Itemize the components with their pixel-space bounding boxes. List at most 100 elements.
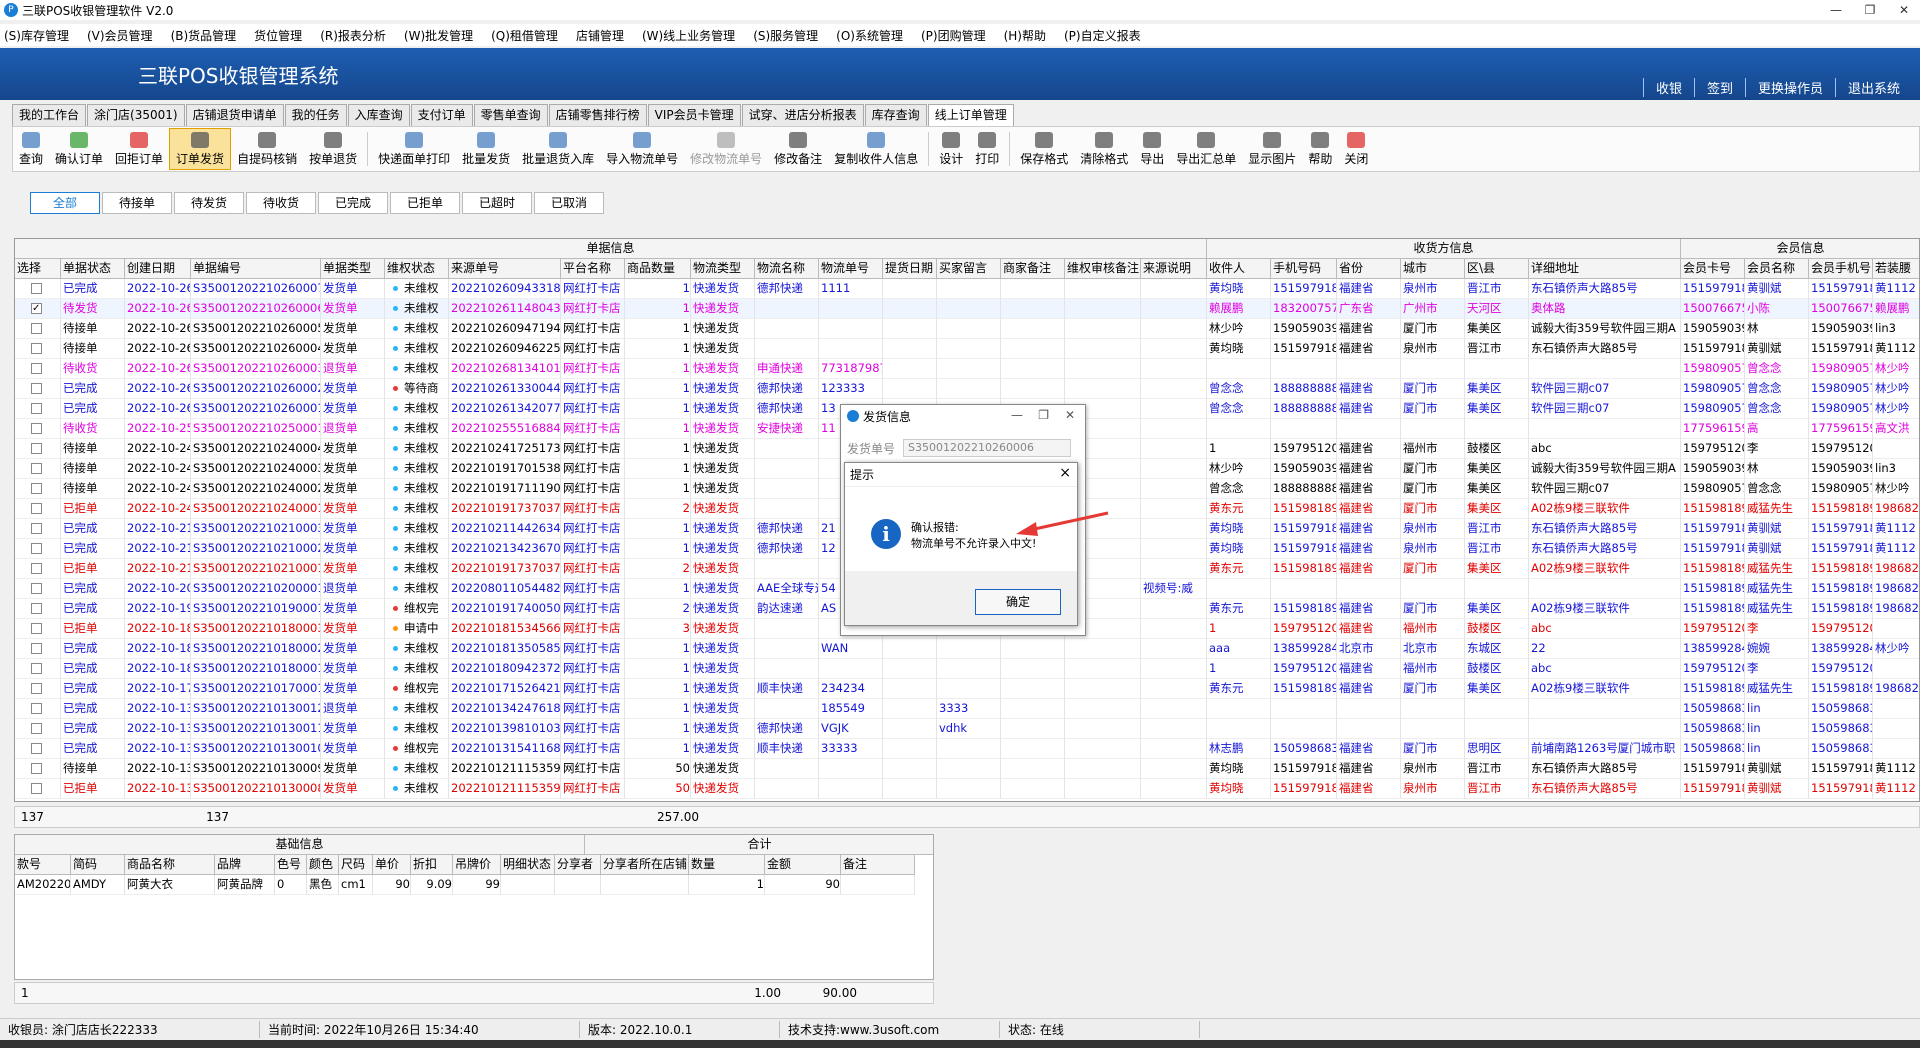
menu-item[interactable]: (V)会员管理 [87, 27, 153, 44]
menu-item[interactable]: (W)线上业务管理 [642, 27, 735, 44]
toolbar-button[interactable]: 帮助 [1302, 128, 1338, 170]
row-checkbox[interactable] [31, 743, 42, 754]
table-row[interactable]: 已完成 2022-10-13 S35001202210130012 退货单 未维权 202… [15, 699, 1919, 719]
ship-minimize-icon[interactable]: — [1011, 408, 1023, 422]
detail-column-cell[interactable]: 金额 [765, 855, 841, 875]
detail-column-cell[interactable]: 品牌 [215, 855, 275, 875]
row-checkbox[interactable]: ✓ [31, 303, 42, 314]
grid-column-cell[interactable]: 平台名称 [561, 259, 625, 279]
menu-item[interactable]: (B)货品管理 [171, 27, 237, 44]
tab-item[interactable]: 支付订单 [410, 104, 473, 126]
menu-item[interactable]: (S)库存管理 [4, 27, 69, 44]
toolbar-button[interactable]: 订单发货 [169, 128, 232, 170]
row-checkbox[interactable] [31, 603, 42, 614]
table-row[interactable]: 待接单 2022-10-26 S35001202210260004 发货单 未维权 202… [15, 339, 1919, 359]
tab-item[interactable]: 试穿、进店分析报表 [741, 104, 864, 126]
table-row[interactable]: 已完成 2022-10-17 S35001202210170001 发货单 维权完 202… [15, 679, 1919, 699]
row-checkbox[interactable] [31, 763, 42, 774]
detail-column-cell[interactable]: 备注 [841, 855, 915, 875]
restore-icon[interactable]: ❐ [1856, 0, 1884, 20]
menu-item[interactable]: (O)系统管理 [836, 27, 903, 44]
grid-column-cell[interactable]: 提货日期 [883, 259, 937, 279]
row-checkbox[interactable] [31, 563, 42, 574]
grid-column-cell[interactable]: 区\县 [1465, 259, 1529, 279]
row-checkbox[interactable] [31, 503, 42, 514]
menu-item[interactable]: (P)团购管理 [921, 27, 986, 44]
grid-column-cell[interactable]: 详细地址 [1529, 259, 1681, 279]
row-checkbox[interactable] [31, 623, 42, 634]
row-checkbox[interactable] [31, 523, 42, 534]
tab-item[interactable]: 店铺零售排行榜 [548, 104, 647, 126]
table-row[interactable]: 待接单 2022-10-26 S35001202210260005 发货单 未维权 202… [15, 319, 1919, 339]
toolbar-button[interactable]: 自提码核销 [231, 128, 303, 170]
grid-column-cell[interactable]: 维权审核备注 [1065, 259, 1141, 279]
toolbar-button[interactable]: 修改备注 [768, 128, 828, 170]
menu-item[interactable]: (H)帮助 [1004, 27, 1046, 44]
ok-button[interactable]: 确定 [975, 589, 1061, 615]
row-checkbox[interactable] [31, 783, 42, 794]
menu-item[interactable]: 货位管理 [254, 27, 302, 44]
minimize-icon[interactable]: — [1822, 0, 1850, 20]
row-checkbox[interactable] [31, 403, 42, 414]
grid-column-cell[interactable]: 若装腰 [1873, 259, 1919, 279]
toolbar-button[interactable]: 保存格式 [1014, 128, 1074, 170]
toolbar-button[interactable]: 批量退货入库 [516, 128, 600, 170]
filter-button[interactable]: 已完成 [318, 192, 388, 214]
row-checkbox[interactable] [31, 543, 42, 554]
grid-column-cell[interactable]: 选择 [15, 259, 61, 279]
row-checkbox[interactable] [31, 663, 42, 674]
detail-row[interactable]: AM202204CAMDY阿黄大衣阿黄品牌0黑色cm1909.0999190 [15, 875, 933, 895]
table-row[interactable]: 已拒单 2022-10-13 S35001202210130008 发货单 未维权 202… [15, 779, 1919, 799]
detail-column-cell[interactable]: 明细状态 [501, 855, 555, 875]
detail-column-cell[interactable]: 数量 [689, 855, 765, 875]
toolbar-button[interactable]: 清除格式 [1074, 128, 1134, 170]
banner-link[interactable]: 退出系统 [1834, 78, 1912, 97]
tab-item[interactable]: 涂门店(35001) [87, 104, 185, 126]
tab-item[interactable]: 我的任务 [284, 104, 347, 126]
table-row[interactable]: 已完成 2022-10-13 S35001202210130010 发货单 维权完 202… [15, 739, 1919, 759]
table-row[interactable]: 已完成 2022-10-18 S35001202210180002 发货单 未维权 202… [15, 639, 1919, 659]
menu-item[interactable]: (Q)租借管理 [491, 27, 558, 44]
filter-button[interactable]: 已拒单 [390, 192, 460, 214]
toolbar-button[interactable]: 批量发货 [456, 128, 516, 170]
toolbar-button[interactable]: 快递面单打印 [372, 128, 456, 170]
table-row[interactable]: 已完成 2022-10-26 S35001202210260002 发货单 等待商 202… [15, 379, 1919, 399]
toolbar-button[interactable]: 确认订单 [49, 128, 109, 170]
banner-link[interactable]: 签到 [1693, 78, 1745, 97]
table-row[interactable]: 待接单 2022-10-13 S35001202210130009 发货单 未维权 202… [15, 759, 1919, 779]
tab-item[interactable]: VIP会员卡管理 [647, 104, 741, 126]
menu-item[interactable]: 店铺管理 [576, 27, 624, 44]
grid-column-cell[interactable]: 手机号码 [1271, 259, 1337, 279]
grid-column-cell[interactable]: 来源说明 [1141, 259, 1207, 279]
tab-item[interactable]: 我的工作台 [12, 104, 87, 126]
grid-column-cell[interactable]: 会员手机号 [1809, 259, 1873, 279]
grid-column-cell[interactable]: 物流单号 [819, 259, 883, 279]
detail-column-cell[interactable]: 简码 [71, 855, 125, 875]
row-checkbox[interactable] [31, 363, 42, 374]
ship-order-input[interactable]: S35001202210260006 [903, 439, 1072, 457]
menu-item[interactable]: (R)报表分析 [320, 27, 386, 44]
alert-close-icon[interactable]: × [1059, 465, 1071, 481]
row-checkbox[interactable] [31, 463, 42, 474]
close-window-icon[interactable]: ✕ [1890, 0, 1918, 20]
detail-column-cell[interactable]: 商品名称 [125, 855, 215, 875]
row-checkbox[interactable] [31, 683, 42, 694]
row-checkbox[interactable] [31, 643, 42, 654]
grid-column-cell[interactable]: 单据编号 [191, 259, 321, 279]
menu-item[interactable]: (W)批发管理 [404, 27, 473, 44]
detail-column-cell[interactable]: 单价 [373, 855, 411, 875]
toolbar-button[interactable]: 按单退货 [303, 128, 363, 170]
grid-column-cell[interactable]: 会员卡号 [1681, 259, 1745, 279]
detail-column-cell[interactable]: 颜色 [307, 855, 339, 875]
tab-item[interactable]: 库存查询 [864, 104, 927, 126]
ship-close-icon[interactable]: ✕ [1065, 408, 1075, 422]
grid-column-cell[interactable]: 商家备注 [1001, 259, 1065, 279]
detail-column-cell[interactable]: 款号 [15, 855, 71, 875]
grid-column-cell[interactable]: 创建日期 [125, 259, 191, 279]
detail-column-cell[interactable]: 吊牌价 [453, 855, 501, 875]
grid-column-cell[interactable]: 会员名称 [1745, 259, 1809, 279]
detail-column-cell[interactable]: 分享者 [555, 855, 601, 875]
filter-button[interactable]: 全部 [30, 192, 100, 214]
row-checkbox[interactable] [31, 423, 42, 434]
row-checkbox[interactable] [31, 723, 42, 734]
